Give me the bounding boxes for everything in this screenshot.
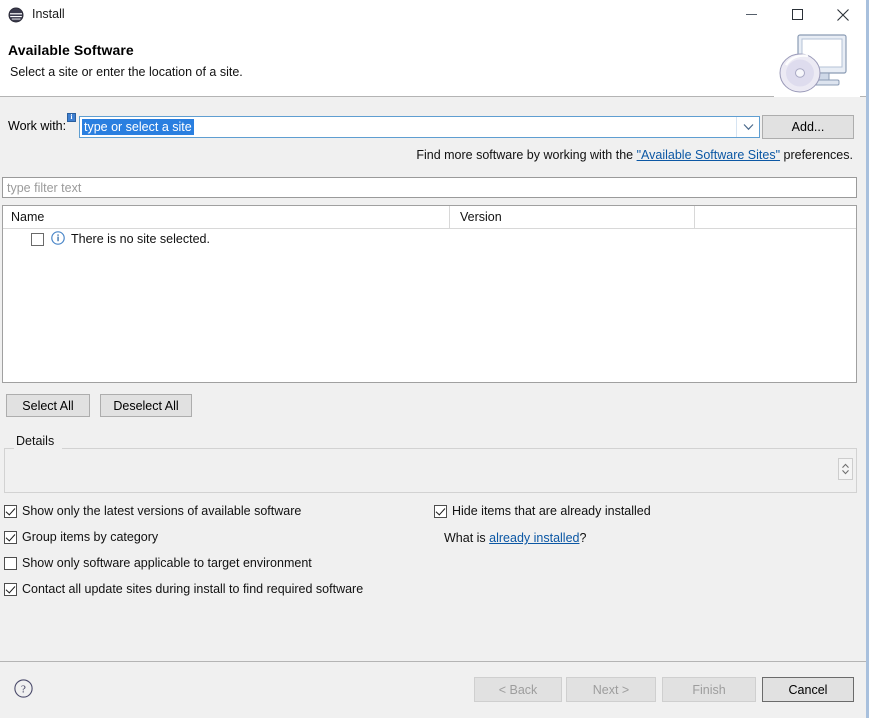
option-label: Show only software applicable to target … (22, 556, 312, 570)
column-header-name[interactable]: Name (11, 210, 44, 224)
checkbox-target-environment[interactable] (4, 556, 17, 570)
option-group-by-category[interactable]: Group items by category (4, 530, 158, 544)
column-divider-1[interactable] (449, 206, 450, 228)
cancel-button[interactable]: Cancel (762, 677, 854, 702)
svg-text:?: ? (21, 684, 26, 696)
eclipse-icon (8, 7, 24, 23)
option-label: Contact all update sites during install … (22, 582, 364, 596)
select-all-button[interactable]: Select All (6, 394, 90, 417)
details-legend: Details (12, 434, 59, 448)
minimize-icon[interactable] (728, 0, 774, 29)
page-subtitle: Select a site or enter the location of a… (10, 65, 243, 79)
details-panel (4, 448, 857, 493)
what-is-suffix: ? (579, 531, 587, 545)
available-software-sites-link[interactable]: "Available Software Sites" (637, 148, 780, 162)
help-icon[interactable]: ? (14, 679, 33, 698)
finish-button: Finish (662, 677, 756, 702)
add-button[interactable]: Add... (762, 115, 854, 139)
title-bar: Install (0, 0, 866, 29)
column-header-version[interactable]: Version (460, 210, 502, 224)
checkbox-hide-installed[interactable] (434, 504, 447, 518)
filter-input[interactable]: type filter text (2, 177, 857, 198)
option-target-environment[interactable]: Show only software applicable to target … (4, 556, 312, 570)
info-circle-icon (51, 230, 65, 248)
work-with-info-badge: i (67, 113, 76, 122)
row-label: There is no site selected. (71, 232, 210, 246)
checkbox-show-latest-versions[interactable] (4, 504, 17, 518)
filter-placeholder: type filter text (7, 180, 82, 195)
option-label: Show only the latest versions of availab… (22, 504, 302, 518)
work-with-label: Work with: (8, 119, 67, 133)
find-more-suffix: preferences. (780, 148, 854, 162)
row-checkbox[interactable] (31, 232, 44, 246)
vertical-stepper-icon[interactable] (838, 458, 853, 480)
already-installed-link[interactable]: already installed (489, 531, 579, 545)
column-divider-2[interactable] (694, 206, 695, 228)
what-is-prefix: What is (444, 531, 490, 545)
window-title: Install (32, 7, 65, 22)
close-icon[interactable] (820, 0, 866, 29)
what-is-already-installed: What is already installed? (444, 531, 586, 545)
next-button: Next > (566, 677, 656, 702)
available-software-table[interactable]: Name Version There is no site selected. (2, 205, 857, 383)
find-more-software-text: Find more software by working with the "… (416, 148, 853, 162)
table-row[interactable]: There is no site selected. (3, 228, 210, 250)
option-contact-update-sites[interactable]: Contact all update sites during install … (4, 582, 363, 596)
back-button: < Back (474, 677, 562, 702)
chevron-down-icon[interactable] (736, 117, 759, 137)
maximize-icon[interactable] (774, 0, 820, 29)
checkbox-group-by-category[interactable] (4, 530, 17, 544)
work-with-input[interactable]: type or select a site (82, 119, 194, 135)
checkbox-contact-update-sites[interactable] (4, 582, 17, 596)
option-hide-installed[interactable]: Hide items that are already installed (434, 504, 651, 518)
page-title: Available Software (8, 42, 134, 58)
dialog-header: Available Software Select a site or ente… (0, 29, 866, 97)
option-show-latest-versions[interactable]: Show only the latest versions of availab… (4, 504, 301, 518)
option-label: Group items by category (22, 530, 159, 544)
option-label: Hide items that are already installed (452, 504, 651, 518)
deselect-all-button[interactable]: Deselect All (100, 394, 192, 417)
work-with-combo[interactable]: type or select a site (79, 116, 760, 138)
find-more-prefix: Find more software by working with the (416, 148, 637, 162)
table-header: Name Version (3, 206, 856, 229)
window-controls (728, 0, 866, 29)
footer-separator (0, 661, 866, 662)
monitor-with-disc-icon (774, 29, 860, 97)
install-dialog: Install Available Software Select a site… (0, 0, 869, 718)
